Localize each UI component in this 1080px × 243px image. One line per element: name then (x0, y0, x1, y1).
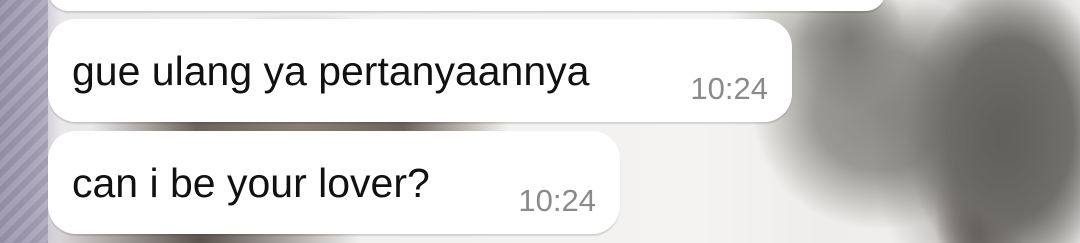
previous-message-bubble[interactable] (48, 0, 886, 11)
message-text: gue ulang ya pertanyaannya (72, 48, 590, 94)
message-timestamp: 10:24 (690, 71, 768, 106)
message-bubble[interactable]: gue ulang ya pertanyaannya 10:24 (48, 19, 792, 122)
message-text: can i be your lover? (72, 160, 430, 206)
message-timestamp: 10:24 (518, 183, 596, 218)
message-bubble[interactable]: can i be your lover? 10:24 (48, 131, 620, 234)
